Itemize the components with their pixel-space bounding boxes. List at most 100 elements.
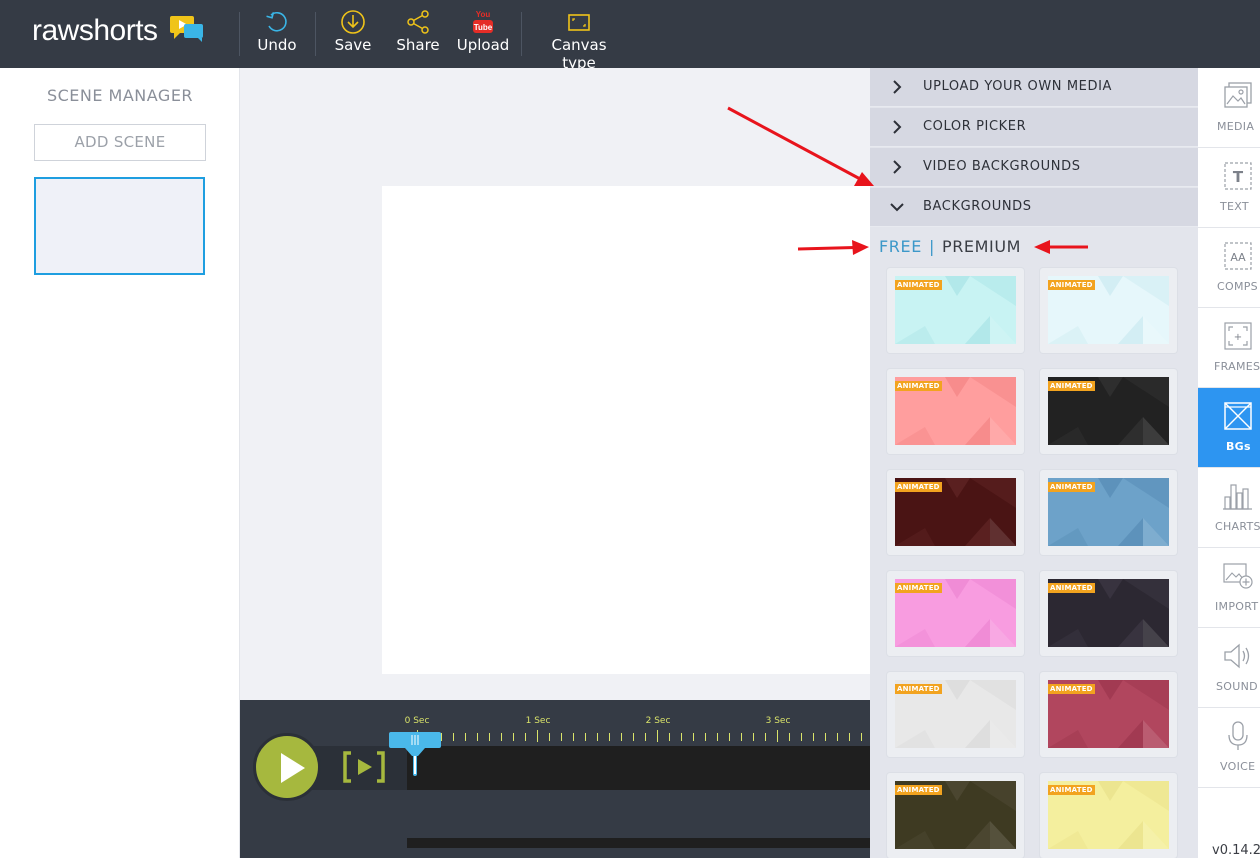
tools-rail: MEDIA T TEXT AA COMPS + FRAMES BGs CHART… [1198, 68, 1260, 858]
rail-item-voice[interactable]: VOICE [1198, 708, 1260, 788]
background-thumbnail[interactable]: ANIMATED [1040, 672, 1177, 757]
play-button[interactable] [253, 733, 321, 801]
background-thumbnail[interactable]: ANIMATED [1040, 571, 1177, 656]
svg-text:You: You [476, 10, 491, 19]
rail-label: VOICE [1220, 760, 1256, 773]
background-swatch: ANIMATED [895, 680, 1016, 748]
background-thumbnail[interactable]: ANIMATED [1040, 773, 1177, 858]
rail-item-backgrounds[interactable]: BGs [1198, 388, 1260, 468]
timeline: 0 Sec 1 Sec 2 Sec 3 Sec [240, 700, 870, 858]
minor-tick [609, 733, 610, 741]
minor-tick [621, 733, 622, 741]
background-swatch: ANIMATED [1048, 478, 1169, 546]
save-button[interactable]: Save [330, 8, 376, 60]
rail-label: SOUND [1216, 680, 1258, 693]
minor-tick [825, 733, 826, 741]
chevron-right-icon [893, 80, 902, 94]
accordion-upload-media[interactable]: UPLOAD YOUR OWN MEDIA [870, 68, 1198, 107]
accordion-label: COLOR PICKER [923, 119, 1027, 134]
logo-text: rawshorts [32, 14, 158, 47]
animated-badge: ANIMATED [1048, 684, 1095, 694]
rail-item-comps[interactable]: AA COMPS [1198, 228, 1260, 308]
animated-badge: ANIMATED [895, 280, 942, 290]
tick-label: 1 Sec [525, 716, 551, 726]
minor-tick [861, 733, 862, 741]
backgrounds-panel: UPLOAD YOUR OWN MEDIA COLOR PICKER VIDEO… [870, 68, 1198, 858]
frames-icon: + [1224, 322, 1252, 350]
scene-thumbnail[interactable] [34, 177, 205, 275]
minor-tick [741, 733, 742, 741]
svg-text:Tube: Tube [474, 23, 493, 32]
microphone-icon [1228, 721, 1248, 750]
undo-icon [266, 12, 287, 32]
accordion-backgrounds[interactable]: BACKGROUNDS [870, 188, 1198, 227]
background-swatch: ANIMATED [1048, 680, 1169, 748]
background-thumbnail[interactable]: ANIMATED [1040, 369, 1177, 454]
major-tick [537, 730, 538, 742]
annotation-arrow-left [1034, 240, 1088, 254]
canvas-type-label: Canvas type [551, 36, 607, 72]
background-thumbnail[interactable]: ANIMATED [887, 773, 1024, 858]
minor-tick [453, 733, 454, 741]
background-thumbnail[interactable]: ANIMATED [887, 369, 1024, 454]
playhead-handle[interactable] [388, 732, 442, 780]
animated-badge: ANIMATED [1048, 482, 1095, 492]
minor-tick [645, 733, 646, 741]
chevron-right-icon [893, 160, 902, 174]
minor-tick [705, 733, 706, 741]
background-thumbnail[interactable]: ANIMATED [1040, 470, 1177, 555]
add-scene-button[interactable]: ADD SCENE [34, 124, 206, 161]
rail-item-charts[interactable]: CHARTS [1198, 468, 1260, 548]
rail-label: FRAMES [1214, 360, 1260, 373]
background-thumbnail[interactable]: ANIMATED [1040, 268, 1177, 353]
tick-label: 2 Sec [645, 716, 671, 726]
animated-badge: ANIMATED [1048, 785, 1095, 795]
play-selection-icon[interactable] [342, 750, 386, 784]
share-icon [407, 10, 429, 34]
accordion-video-backgrounds[interactable]: VIDEO BACKGROUNDS [870, 148, 1198, 187]
accordion-label: UPLOAD YOUR OWN MEDIA [923, 79, 1113, 94]
tab-premium[interactable]: PREMIUM [942, 237, 1021, 256]
animated-badge: ANIMATED [1048, 381, 1095, 391]
youtube-icon: You Tube [473, 10, 493, 33]
rail-item-media[interactable]: MEDIA [1198, 68, 1260, 148]
accordion-color-picker[interactable]: COLOR PICKER [870, 108, 1198, 147]
app-version: v0.14.2 [1212, 843, 1260, 858]
share-button[interactable]: Share [394, 8, 442, 60]
timeline-track[interactable] [407, 746, 870, 790]
animated-badge: ANIMATED [895, 684, 942, 694]
accordion-label: BACKGROUNDS [923, 199, 1032, 214]
rail-item-import[interactable]: IMPORT [1198, 548, 1260, 628]
background-thumbnail[interactable]: ANIMATED [887, 268, 1024, 353]
minor-tick [729, 733, 730, 741]
canvas-type-button[interactable]: Canvas type [534, 8, 624, 72]
background-swatch: ANIMATED [895, 579, 1016, 647]
background-swatch: ANIMATED [1048, 781, 1169, 849]
animated-badge: ANIMATED [1048, 583, 1095, 593]
undo-button[interactable]: Undo [252, 8, 302, 60]
minor-tick [597, 733, 598, 741]
upload-button[interactable]: You Tube Upload [456, 8, 510, 60]
rail-item-text[interactable]: T TEXT [1198, 148, 1260, 228]
minor-tick [489, 733, 490, 741]
minor-tick [513, 733, 514, 741]
rawshorts-logo[interactable]: rawshorts [32, 14, 203, 48]
minor-tick [765, 733, 766, 741]
backgrounds-tabs: FREE | PREMIUM [879, 237, 1021, 256]
minor-tick [501, 733, 502, 741]
animated-badge: ANIMATED [895, 482, 942, 492]
background-thumbnail[interactable]: ANIMATED [887, 672, 1024, 757]
timeline-scrollbar[interactable] [407, 838, 870, 848]
background-thumbnail[interactable]: ANIMATED [887, 470, 1024, 555]
animated-badge: ANIMATED [1048, 280, 1095, 290]
rail-item-frames[interactable]: + FRAMES [1198, 308, 1260, 388]
comps-icon: AA [1224, 242, 1252, 270]
share-label: Share [396, 36, 440, 54]
upload-label: Upload [456, 36, 510, 54]
background-thumbnail[interactable]: ANIMATED [887, 571, 1024, 656]
rail-item-sound[interactable]: SOUND [1198, 628, 1260, 708]
rail-label: MEDIA [1217, 120, 1255, 133]
toolbar-divider [521, 12, 522, 56]
svg-text:+: + [1234, 332, 1242, 343]
tab-free[interactable]: FREE [879, 237, 922, 256]
